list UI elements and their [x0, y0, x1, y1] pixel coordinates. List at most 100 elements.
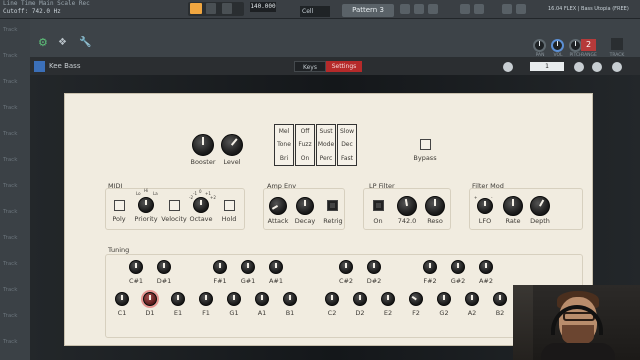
- level-knob[interactable]: [221, 134, 243, 156]
- octave-tick-zero: 0: [199, 189, 202, 194]
- record-button[interactable]: [222, 3, 232, 14]
- octave-knob[interactable]: [193, 197, 209, 213]
- tuning-knob-csharp1[interactable]: [129, 260, 143, 274]
- booster-label: Booster: [190, 158, 216, 166]
- velocity-checkbox[interactable]: [169, 200, 180, 211]
- webcam-person-body: [541, 343, 615, 360]
- tuning-label: D#2: [366, 277, 382, 285]
- fuzz-switch[interactable]: Off Fuzz On: [295, 124, 315, 166]
- gear-icon[interactable]: [503, 62, 513, 72]
- tuning-knob-fsharp1[interactable]: [213, 260, 227, 274]
- mixer-track-selector[interactable]: [610, 37, 624, 51]
- priority-tick-hi: Hi: [144, 188, 149, 193]
- playlist-track-column: Track Track Track Track Track Track Trac…: [0, 19, 30, 360]
- stop-button[interactable]: [206, 3, 216, 14]
- mixer-icon[interactable]: [460, 4, 470, 14]
- octave-tick-minus1: -1: [193, 191, 197, 196]
- decay-knob[interactable]: [296, 197, 314, 215]
- tuning-knob-b1[interactable]: [283, 292, 297, 306]
- rate-knob[interactable]: [503, 196, 523, 216]
- help-icon[interactable]: [592, 62, 602, 72]
- routing-icon[interactable]: ❖: [58, 37, 70, 49]
- lfo-knob[interactable]: [477, 198, 493, 214]
- plugin-icon[interactable]: ⚙: [38, 37, 50, 49]
- track-label: Track: [3, 287, 18, 293]
- arrow-right-icon[interactable]: [574, 62, 584, 72]
- bypass-checkbox[interactable]: [420, 139, 431, 150]
- mode-option-sust: Sust: [319, 128, 333, 135]
- snap-selector[interactable]: Cell: [300, 6, 330, 17]
- volume-knob[interactable]: [551, 39, 564, 52]
- piano-roll-icon[interactable]: [414, 4, 424, 14]
- track-label: Track: [3, 157, 18, 163]
- screen: Line Time Main Scale Rec Cutoff: 742.0 H…: [0, 0, 640, 360]
- track-label: Track: [3, 235, 18, 241]
- lfo-tick-minus: -: [491, 195, 493, 200]
- tuning-knob-e1[interactable]: [171, 292, 185, 306]
- tuning-label: E1: [173, 309, 183, 317]
- mode-switch[interactable]: Sust Mode Perc: [316, 124, 336, 166]
- tuning-knob-d2[interactable]: [353, 292, 367, 306]
- pitch-range-display[interactable]: 2: [581, 39, 596, 51]
- poly-checkbox[interactable]: [114, 200, 125, 211]
- tuning-knob-c1[interactable]: [115, 292, 129, 306]
- tuning-knob-f1[interactable]: [199, 292, 213, 306]
- tuning-knob-g2[interactable]: [437, 292, 451, 306]
- fuzz-option-on: On: [300, 155, 310, 162]
- plugin-name: Kee Bass: [49, 62, 81, 70]
- plugin-db-icon[interactable]: [502, 4, 512, 14]
- tuning-knob-asharp1[interactable]: [269, 260, 283, 274]
- booster-knob[interactable]: [192, 134, 214, 156]
- tuning-knob-f2[interactable]: [409, 292, 423, 306]
- tuning-knob-csharp2[interactable]: [339, 260, 353, 274]
- tempo-display[interactable]: 140.000: [250, 2, 276, 12]
- fuzz-option-fuzz: Fuzz: [298, 141, 312, 148]
- retrig-checkbox[interactable]: [327, 200, 338, 211]
- decay-switch[interactable]: Slow Dec Fast: [337, 124, 357, 166]
- lp-filter-title: LP Filter: [369, 182, 395, 190]
- tuning-label: C#2: [338, 277, 354, 285]
- tuning-knob-e2[interactable]: [381, 292, 395, 306]
- tuning-knob-a2[interactable]: [465, 292, 479, 306]
- tuning-knob-b2[interactable]: [493, 292, 507, 306]
- cutoff-knob[interactable]: [397, 196, 417, 216]
- reso-knob[interactable]: [425, 196, 445, 216]
- hold-checkbox[interactable]: [224, 200, 235, 211]
- tuning-label: A1: [257, 309, 267, 317]
- wrench-icon[interactable]: 🔧: [79, 37, 91, 49]
- tuning-label: B2: [495, 309, 505, 317]
- tuning-knob-dsharp2[interactable]: [367, 260, 381, 274]
- tuning-knob-a1[interactable]: [255, 292, 269, 306]
- tuning-knob-d1[interactable]: [143, 292, 157, 306]
- webcam-overlay: [513, 285, 640, 360]
- tuning-knob-c2[interactable]: [325, 292, 339, 306]
- pan-knob[interactable]: [533, 39, 546, 52]
- tuning-knob-asharp2[interactable]: [479, 260, 493, 274]
- filter-on-checkbox[interactable]: [373, 200, 384, 211]
- priority-knob[interactable]: [138, 197, 154, 213]
- priority-label: Priority: [134, 215, 158, 223]
- channel-rack-icon[interactable]: [428, 4, 438, 14]
- midi-title: MIDI: [108, 182, 123, 190]
- tuning-knob-fsharp2[interactable]: [423, 260, 437, 274]
- attack-knob[interactable]: [269, 197, 287, 215]
- depth-knob[interactable]: [530, 196, 550, 216]
- tuning-knob-gsharp2[interactable]: [451, 260, 465, 274]
- tuning-label: F2: [412, 309, 420, 317]
- browser-icon[interactable]: [474, 4, 484, 14]
- track-label: Track: [3, 79, 18, 85]
- tuning-knob-gsharp1[interactable]: [241, 260, 255, 274]
- tuning-knob-g1[interactable]: [227, 292, 241, 306]
- preset-selector[interactable]: 1: [530, 62, 564, 71]
- menu-icon[interactable]: [612, 62, 622, 72]
- info-icon[interactable]: [516, 4, 526, 14]
- tab-settings[interactable]: Settings: [326, 61, 362, 72]
- playlist-icon[interactable]: [400, 4, 410, 14]
- play-button[interactable]: [190, 3, 202, 14]
- tone-switch[interactable]: Mel Tone Bri: [274, 124, 294, 166]
- lfo-label: LFO: [478, 217, 492, 225]
- pattern-selector[interactable]: Pattern 3: [342, 4, 394, 17]
- tab-keys[interactable]: Keys: [294, 61, 326, 72]
- tuning-knob-dsharp1[interactable]: [157, 260, 171, 274]
- tuning-label: B1: [285, 309, 295, 317]
